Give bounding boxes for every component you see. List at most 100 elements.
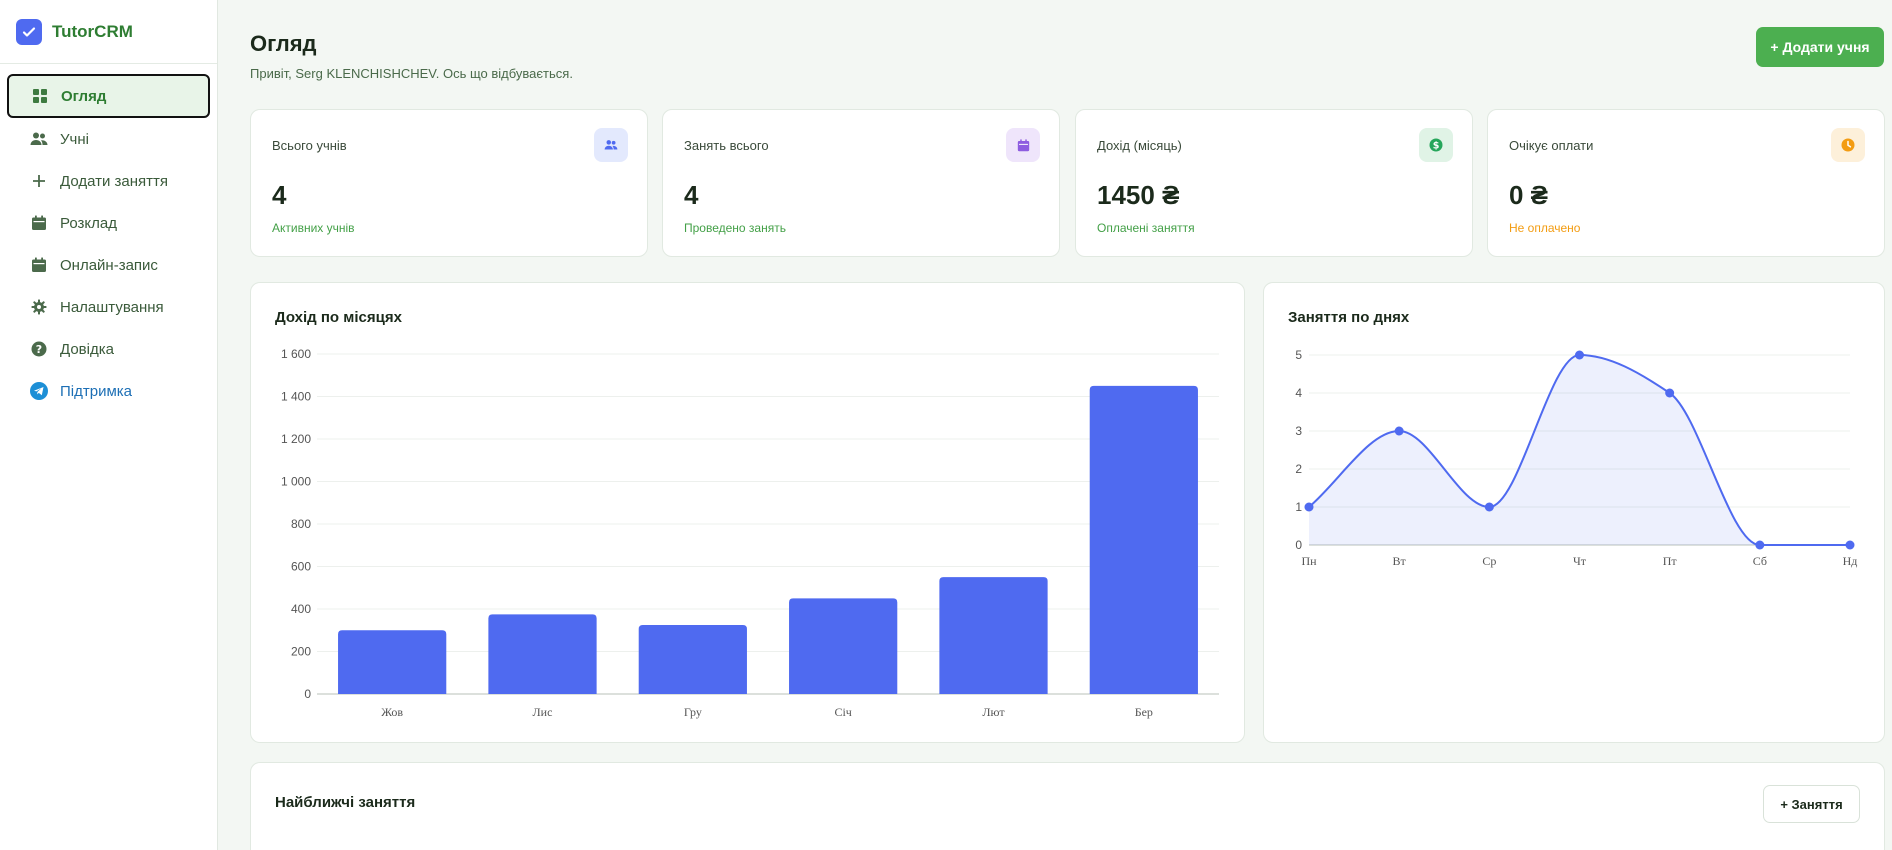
y-tick-label: 3	[1295, 424, 1302, 438]
users-icon	[594, 128, 628, 162]
y-tick-label: 2	[1295, 462, 1302, 476]
gear-icon	[28, 296, 50, 318]
sidebar-item-students[interactable]: Учні	[8, 118, 209, 160]
stat-label: Занять всього	[684, 138, 769, 153]
sidebar-item-overview[interactable]: Огляд	[7, 74, 210, 118]
area-fill	[1309, 355, 1850, 545]
bar	[1089, 385, 1198, 694]
sidebar-item-label: Підтримка	[60, 382, 133, 400]
add-student-button[interactable]: + Додати учня	[1756, 27, 1884, 67]
y-tick-label: 0	[1295, 538, 1302, 552]
sidebar-item-online-booking[interactable]: Онлайн-запис	[8, 244, 209, 286]
stat-label: Очікує оплати	[1509, 138, 1594, 153]
x-tick-label: Ср	[1482, 554, 1496, 568]
svg-text:?: ?	[36, 343, 42, 356]
y-tick-label: 1 000	[281, 475, 311, 489]
help-icon: ?	[28, 338, 50, 360]
y-tick-label: 400	[291, 602, 311, 616]
stat-subtext: Не оплачено	[1509, 221, 1581, 235]
bar	[338, 630, 447, 694]
y-tick-label: 800	[291, 517, 311, 531]
stat-label: Всього учнів	[272, 138, 347, 153]
sidebar-item-label: Розклад	[60, 214, 117, 232]
y-tick-label: 1	[1295, 500, 1302, 514]
revenue-chart-card: Дохід по місяцях 0 200 400 600 800 1 000 1 200…	[250, 282, 1245, 743]
x-tick-label: Пн	[1301, 554, 1317, 568]
stat-value: 4	[272, 180, 287, 210]
stat-value: 1450 ₴	[1097, 180, 1180, 210]
data-point	[1575, 350, 1584, 360]
sidebar: TutorCRM Огляд Учні Додати заняття Розкл…	[0, 0, 218, 850]
x-tick-label: Вт	[1393, 554, 1407, 568]
x-tick-label: Гру	[684, 705, 702, 719]
sidebar-item-label: Учні	[60, 130, 89, 148]
stat-value: 0 ₴	[1509, 180, 1549, 210]
data-point	[1665, 388, 1675, 398]
page-title: Огляд	[250, 31, 317, 56]
users-icon	[28, 128, 50, 150]
checkmark-logo-icon	[16, 18, 42, 45]
y-tick-label: 600	[291, 560, 311, 574]
stat-value: 4	[684, 180, 699, 210]
bar	[939, 577, 1048, 694]
lessons-chart-card: Заняття по днях 0 1 2 3 4 5 Пн Вт Ср Чт Пт Сб Нд	[1263, 282, 1885, 743]
clock-icon	[1831, 128, 1865, 162]
add-lesson-button[interactable]: + Заняття	[1763, 785, 1860, 823]
stat-card-students: Всього учнів 4 Активних учнів	[250, 109, 648, 257]
stat-subtext: Проведено занять	[684, 221, 786, 235]
calendar-icon	[28, 254, 50, 276]
grid-icon	[29, 85, 51, 107]
sidebar-item-label: Довідка	[60, 340, 114, 358]
x-tick-label: Нд	[1843, 554, 1858, 568]
x-tick-label: Пт	[1663, 554, 1678, 568]
sidebar-item-settings[interactable]: Налаштування	[8, 286, 209, 328]
sidebar-item-schedule[interactable]: Розклад	[8, 202, 209, 244]
svg-text:$: $	[1433, 141, 1440, 152]
sidebar-item-add-lesson[interactable]: Додати заняття	[8, 160, 209, 202]
telegram-icon	[28, 380, 50, 402]
bar	[638, 624, 747, 694]
y-tick-label: 1 400	[281, 390, 311, 404]
x-tick-label: Чт	[1573, 554, 1587, 568]
revenue-bar-chart: 0 200 400 600 800 1 000 1 200 1 400 1 600 Жов Лис Г…	[281, 347, 1219, 719]
stat-subtext: Оплачені заняття	[1097, 221, 1195, 235]
y-tick-label: 5	[1295, 348, 1302, 362]
y-tick-label: 4	[1295, 386, 1302, 400]
y-tick-label: 200	[291, 645, 311, 659]
greeting-text: Привіт, Serg KLENCHISHCHEV. Ось що відбу…	[250, 66, 573, 81]
x-tick-label: Сб	[1753, 554, 1767, 568]
app-name: TutorCRM	[52, 21, 133, 41]
x-tick-label: Січ	[834, 705, 851, 719]
calendar-icon	[1006, 128, 1040, 162]
x-tick-label: Бер	[1135, 705, 1153, 719]
sidebar-item-help[interactable]: ? Довідка	[8, 328, 209, 370]
bar	[789, 598, 898, 694]
x-tick-label: Лют	[982, 705, 1005, 719]
bar	[488, 614, 597, 694]
sidebar-item-label: Налаштування	[60, 298, 164, 316]
stat-label: Дохід (місяць)	[1097, 138, 1182, 153]
upcoming-lessons-title: Найближчі заняття	[275, 794, 416, 811]
data-point	[1755, 540, 1765, 550]
plus-icon	[28, 170, 50, 192]
stat-card-income: Дохід (місяць) $ 1450 ₴ Оплачені заняття	[1075, 109, 1473, 257]
y-tick-label: 1 600	[281, 347, 311, 361]
sidebar-item-support[interactable]: Підтримка	[8, 370, 209, 412]
sidebar-item-label: Огляд	[61, 87, 107, 105]
x-tick-label: Жов	[381, 705, 403, 719]
stat-subtext: Активних учнів	[272, 221, 355, 235]
stat-card-pending: Очікує оплати 0 ₴ Не оплачено	[1487, 109, 1885, 257]
calendar-icon	[28, 212, 50, 234]
lessons-area-chart: 0 1 2 3 4 5 Пн Вт Ср Чт Пт Сб Нд	[1295, 348, 1858, 568]
stat-card-lessons: Занять всього 4 Проведено занять	[662, 109, 1060, 257]
main-content: Огляд Привіт, Serg KLENCHISHCHEV. Ось що…	[219, 0, 1892, 850]
y-tick-label: 1 200	[281, 432, 311, 446]
x-tick-label: Лис	[533, 705, 553, 719]
dollar-icon: $	[1419, 128, 1453, 162]
sidebar-item-label: Додати заняття	[60, 172, 169, 190]
data-point	[1394, 426, 1404, 436]
data-point	[1845, 540, 1855, 550]
sidebar-item-label: Онлайн-запис	[60, 256, 158, 274]
data-point	[1484, 502, 1494, 512]
brand: TutorCRM	[0, 0, 217, 64]
